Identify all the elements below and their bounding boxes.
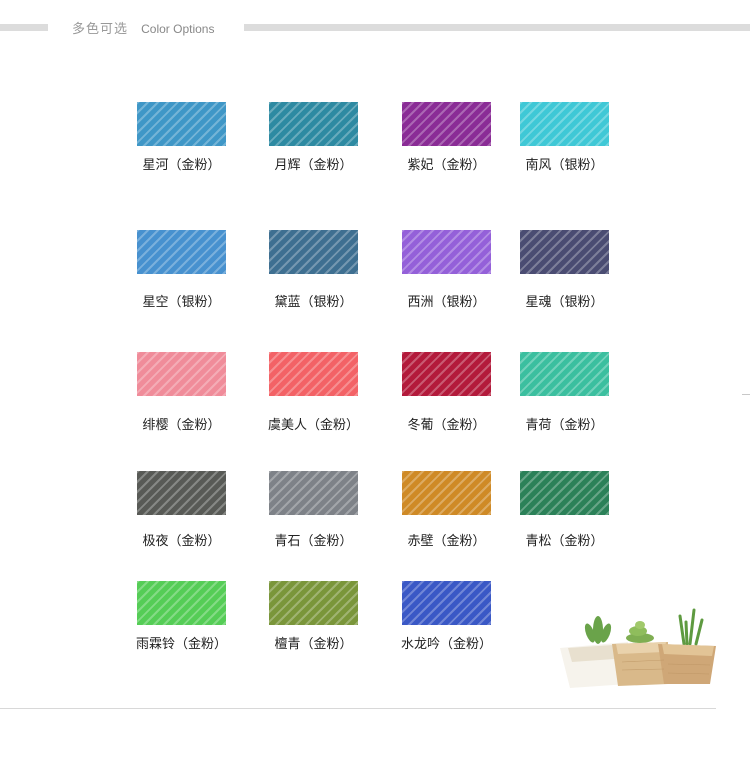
color-swatch-label: 极夜（金粉） (142, 534, 221, 549)
color-swatch (137, 230, 226, 274)
color-swatch-label: 星河（金粉） (142, 158, 221, 173)
color-swatch (269, 102, 358, 146)
color-swatch (269, 230, 358, 274)
color-swatch-label: 西洲（银粉） (407, 295, 486, 310)
color-swatch-label: 虞美人（金粉） (267, 418, 359, 433)
color-swatch-label: 赤壁（金粉） (407, 534, 486, 549)
color-swatch-label: 青石（金粉） (274, 534, 353, 549)
bottom-divider (0, 708, 716, 709)
color-swatch-label: 月辉（金粉） (274, 158, 353, 173)
succulent-planters-image (560, 608, 716, 688)
color-swatch-label: 青荷（金粉） (525, 418, 604, 433)
color-swatch-label: 黛蓝（银粉） (274, 295, 353, 310)
color-swatch-label: 青松（金粉） (525, 534, 604, 549)
color-swatch (520, 102, 609, 146)
color-swatch (520, 352, 609, 396)
color-swatch (137, 102, 226, 146)
color-swatch-label: 冬葡（金粉） (407, 418, 486, 433)
header-line-left (0, 24, 48, 31)
color-swatch (269, 581, 358, 625)
color-swatch (137, 352, 226, 396)
color-swatch (137, 581, 226, 625)
header-title-cn: 多色可选 (72, 22, 129, 37)
color-swatch-label: 紫妃（金粉） (407, 158, 486, 173)
header-line-right (244, 24, 750, 31)
color-swatch-label: 星魂（银粉） (525, 295, 604, 310)
color-swatch (137, 471, 226, 515)
color-swatch-label: 南风（银粉） (525, 158, 604, 173)
color-swatch-label: 檀青（金粉） (274, 637, 353, 652)
color-swatch (520, 230, 609, 274)
color-swatch-label: 雨霖铃（金粉） (135, 637, 227, 652)
color-swatch (402, 230, 491, 274)
color-swatch (402, 471, 491, 515)
color-swatch (269, 471, 358, 515)
side-divider-tick (742, 394, 750, 395)
color-swatch-label: 绯樱（金粉） (142, 418, 221, 433)
color-swatch-label: 星空（银粉） (142, 295, 221, 310)
header-title-en: Color Options (141, 22, 215, 36)
color-swatch (520, 471, 609, 515)
color-swatch-label: 水龙吟（金粉） (400, 637, 492, 652)
color-swatch (402, 581, 491, 625)
color-swatch (402, 102, 491, 146)
color-swatch (402, 352, 491, 396)
section-header: 多色可选 Color Options (72, 18, 214, 37)
color-swatch (269, 352, 358, 396)
